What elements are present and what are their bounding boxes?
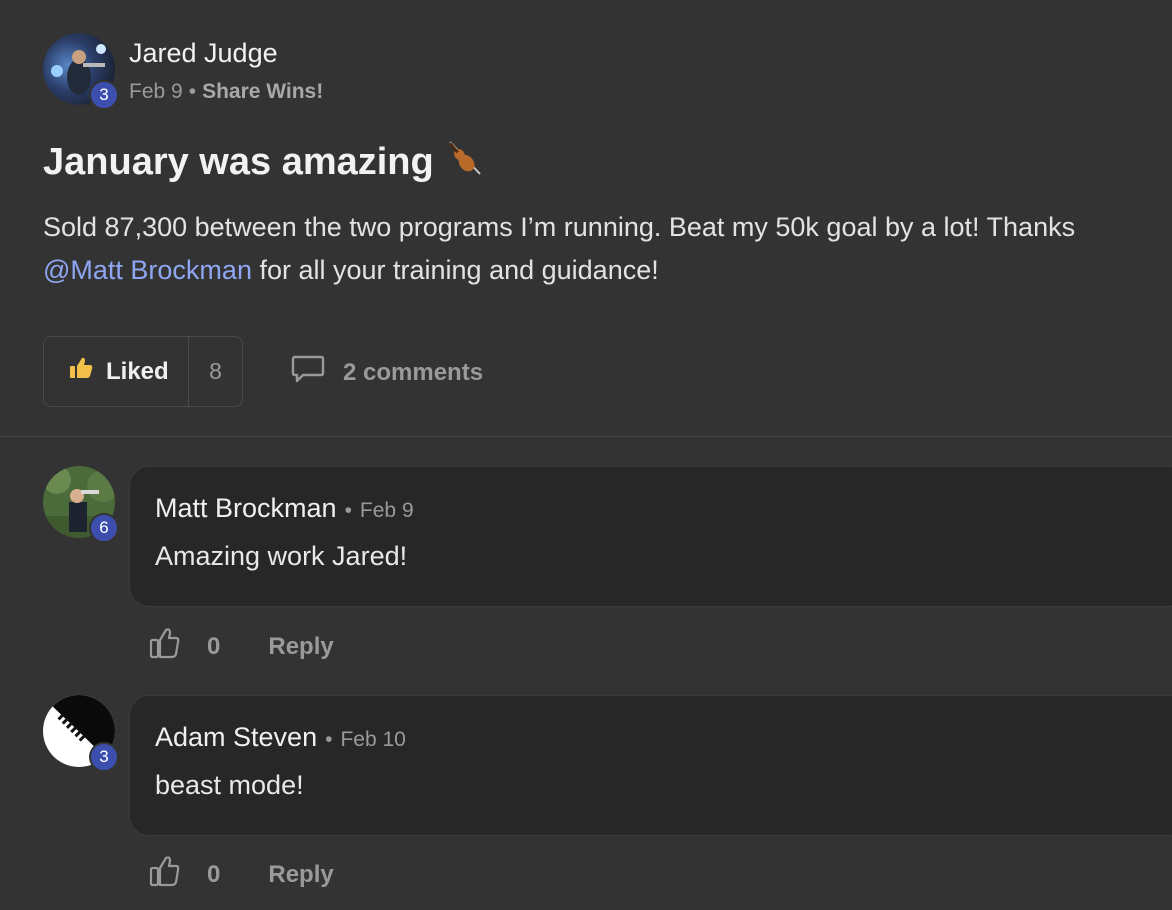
- reply-button[interactable]: Reply: [268, 633, 333, 661]
- section-divider: [0, 436, 1172, 437]
- comment-date: Feb 9: [359, 499, 414, 522]
- post-date: Feb 9: [129, 80, 183, 103]
- violin-emoji-icon: [444, 136, 486, 188]
- comment-actions: 0 Reply: [149, 626, 334, 667]
- thumbs-up-outline-icon[interactable]: [149, 854, 181, 895]
- like-button-main[interactable]: Liked: [44, 337, 189, 406]
- author-level-badge: 3: [89, 80, 119, 110]
- post-body-tail: for all your training and guidance!: [251, 255, 659, 285]
- comment-separator: •: [325, 728, 333, 751]
- comment-actions: 0 Reply: [149, 854, 334, 895]
- comment-like-count: 0: [207, 632, 221, 660]
- comment-author-name[interactable]: Matt Brockman: [155, 493, 337, 524]
- comment-bubble: Adam Steven • Feb 10 beast mode!: [129, 695, 1172, 836]
- thumbs-up-outline-icon[interactable]: [149, 626, 181, 667]
- comments-link[interactable]: 2 comments: [291, 354, 483, 391]
- post-category[interactable]: Share Wins!: [202, 80, 323, 104]
- post-body-text: Sold 87,300 between the two programs I’m…: [43, 212, 1076, 242]
- comment-date: Feb 10: [340, 728, 406, 751]
- comment-author-name[interactable]: Adam Steven: [155, 722, 317, 753]
- comment-bubble: Matt Brockman • Feb 9 Amazing work Jared…: [129, 466, 1172, 607]
- post-title: January was amazing: [43, 136, 486, 188]
- post-card: 3 Jared Judge Feb 9 • Share Wins! Januar…: [0, 0, 1172, 437]
- thumbs-up-filled-icon: [68, 355, 94, 388]
- commenter-level-badge: 6: [89, 513, 119, 543]
- reply-button[interactable]: Reply: [268, 861, 333, 889]
- mention-link[interactable]: @Matt Brockman: [43, 255, 252, 285]
- comment-header: Matt Brockman • Feb 9: [155, 493, 414, 524]
- meta-separator: •: [188, 80, 197, 103]
- comments-count-label: 2 comments: [343, 358, 484, 386]
- post-meta: Feb 9 • Share Wins!: [129, 80, 323, 104]
- comment-text: Amazing work Jared!: [155, 541, 408, 571]
- comment-like-count: 0: [207, 860, 221, 888]
- like-label: Liked: [106, 357, 169, 385]
- like-button[interactable]: Liked 8: [43, 336, 243, 407]
- comment-header: Adam Steven • Feb 10: [155, 722, 406, 753]
- post-body: Sold 87,300 between the two programs I’m…: [43, 206, 1153, 292]
- comment-separator: •: [344, 499, 352, 522]
- comment-bubble-icon: [291, 354, 325, 391]
- post-author-name[interactable]: Jared Judge: [129, 38, 278, 69]
- commenter-level-badge: 3: [89, 742, 119, 772]
- comment-text: beast mode!: [155, 770, 304, 800]
- post-title-text: January was amazing: [43, 140, 434, 183]
- like-count[interactable]: 8: [189, 358, 242, 385]
